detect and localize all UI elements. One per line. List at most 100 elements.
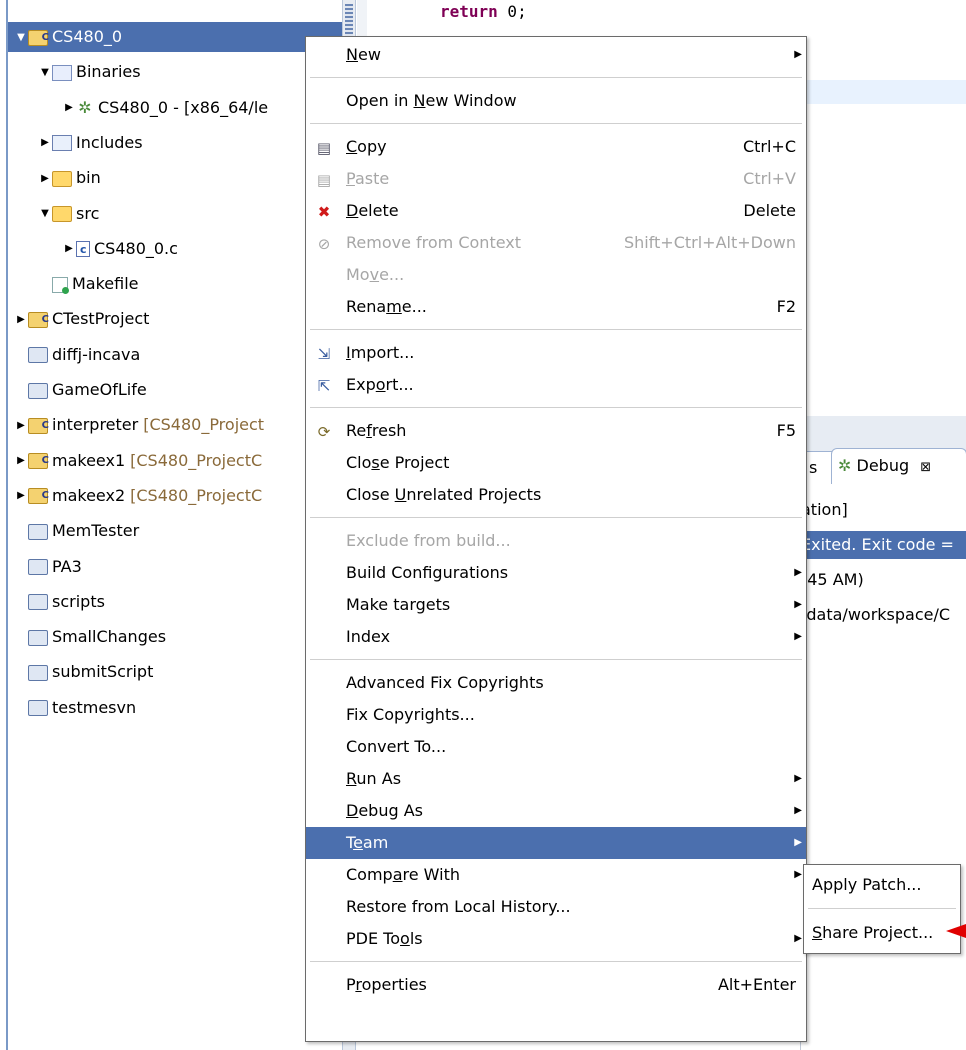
debug-tree-row[interactable]: (45 AM): [801, 566, 966, 594]
tree-item[interactable]: SmallChanges: [8, 622, 166, 652]
menu-index[interactable]: Index ▶: [306, 621, 806, 653]
menu-import[interactable]: ⇲ Import...: [306, 337, 806, 369]
menu-exclude-build[interactable]: Exclude from build...: [306, 525, 806, 557]
label-text: Comp: [346, 865, 393, 884]
menu-advanced-fix-copyrights[interactable]: Advanced Fix Copyrights: [306, 667, 806, 699]
tree-item[interactable]: ▶ makeex1[CS480_ProjectC: [8, 446, 262, 476]
tree-item[interactable]: ▶ interpreter[CS480_Project: [8, 410, 264, 441]
import-icon: ⇲: [317, 345, 331, 363]
tree-item[interactable]: diffj-incava: [8, 340, 140, 370]
tree-item[interactable]: PA3: [8, 552, 82, 582]
chevron-right-icon[interactable]: ▶: [38, 128, 52, 158]
tree-item[interactable]: ▼ Binaries: [8, 57, 141, 88]
menu-accelerator: F5: [776, 421, 796, 440]
paste-icon: ▤: [316, 171, 332, 189]
menu-restore-local-history[interactable]: Restore from Local History...: [306, 891, 806, 923]
menu-item-label: Debug As: [346, 795, 423, 827]
menu-item-label: Exclude from build...: [346, 525, 511, 557]
tree-item[interactable]: ▶ CS480_0.c: [8, 234, 178, 265]
label-text: Remove from Context: [346, 233, 522, 252]
tree-item[interactable]: submitScript: [8, 657, 153, 687]
menu-item-label: Index: [346, 621, 390, 653]
tree-item[interactable]: MemTester: [8, 516, 139, 546]
tree-item-label: Makefile: [72, 274, 139, 294]
debug-tree-row[interactable]: ation]: [801, 496, 966, 524]
menu-remove-from-context[interactable]: ⊘ Remove from Context Shift+Ctrl+Alt+Down: [306, 227, 806, 259]
menu-make-targets[interactable]: Make targets ▶: [306, 589, 806, 621]
label-text: e Project: [379, 453, 450, 472]
menu-convert-to[interactable]: Convert To...: [306, 731, 806, 763]
debug-tree-row[interactable]: Exited. Exit code =: [801, 531, 966, 559]
menu-copy[interactable]: ▤ Copy Ctrl+C: [306, 131, 806, 163]
menu-pde-tools[interactable]: PDE Tools ▶: [306, 923, 806, 955]
debug-bug-icon: ✲: [838, 456, 852, 475]
menu-move[interactable]: Move...: [306, 259, 806, 291]
chevron-down-icon[interactable]: ▼: [38, 58, 52, 88]
menu-paste[interactable]: ▤ Paste Ctrl+V: [306, 163, 806, 195]
menu-item-label: Team: [346, 827, 388, 859]
tree-item[interactable]: scripts: [8, 587, 105, 617]
chevron-right-icon[interactable]: ▶: [62, 234, 76, 264]
mnemonic: N: [413, 91, 426, 110]
tree-item-label: PA3: [52, 556, 82, 576]
chevron-right-icon[interactable]: ▶: [14, 446, 28, 476]
tree-item[interactable]: ▼ CS480_0: [8, 22, 342, 53]
submenu-share-project[interactable]: Share Project...: [804, 917, 960, 949]
tab-previous[interactable]: s: [809, 458, 817, 477]
menu-open-new-window[interactable]: Open in New Window: [306, 85, 806, 117]
mnemonic: v: [369, 265, 380, 284]
tree-item[interactable]: ▼ src: [8, 199, 99, 229]
closed-project-icon: [28, 594, 48, 611]
close-icon[interactable]: ⊠: [920, 460, 931, 475]
chevron-right-icon[interactable]: ▶: [14, 305, 28, 335]
chevron-right-icon[interactable]: ▶: [62, 93, 76, 123]
tree-item[interactable]: ▶ bin: [8, 163, 101, 193]
tree-item[interactable]: ▶ makeex2[CS480_ProjectC: [8, 481, 262, 511]
menu-compare-with[interactable]: Compare With ▶: [306, 859, 806, 891]
tree-item[interactable]: Makefile: [8, 269, 139, 299]
chevron-right-icon[interactable]: ▶: [38, 164, 52, 194]
mnemonic: N: [346, 45, 358, 64]
menu-item-label: Restore from Local History...: [346, 891, 571, 923]
chevron-right-icon[interactable]: ▶: [14, 411, 28, 441]
chevron-right-icon[interactable]: ▶: [14, 481, 28, 511]
menu-export[interactable]: ⇱ Export...: [306, 369, 806, 401]
context-menu: New ▶ Open in New Window ▤ Copy Ctrl+C ▤ Paste C…: [305, 36, 807, 1042]
chevron-down-icon[interactable]: ▼: [38, 199, 52, 229]
tab-debug[interactable]: ✲ Debug ⊠: [831, 448, 966, 484]
debug-tree-row[interactable]: /data/workspace/C: [801, 601, 966, 629]
menu-refresh[interactable]: ⟳ Refresh F5: [306, 415, 806, 447]
menu-team[interactable]: Team ▶: [306, 827, 806, 859]
debug-tab-strip: [801, 416, 966, 452]
menu-item-label: PDE Tools: [346, 923, 423, 955]
tree-item-label: CS480_0.c: [94, 238, 178, 258]
label-text: e...: [401, 297, 427, 316]
menu-fix-copyrights[interactable]: Fix Copyrights...: [306, 699, 806, 731]
menu-run-as[interactable]: Run As ▶: [306, 763, 806, 795]
tree-item[interactable]: testmesvn: [8, 693, 136, 723]
menu-new[interactable]: New ▶: [306, 39, 806, 71]
menu-delete[interactable]: ✖ Delete Delete: [306, 195, 806, 227]
menu-rename[interactable]: Rename... F2: [306, 291, 806, 323]
tree-item-label: src: [76, 203, 100, 223]
tree-item-label: submitScript: [52, 662, 154, 682]
closed-project-icon: [28, 347, 48, 364]
project-folder-icon: [28, 305, 49, 335]
menu-close-project[interactable]: Close Project: [306, 447, 806, 479]
tree-item-label: MemTester: [52, 521, 140, 541]
tree-item[interactable]: ▶ ✲ CS480_0 - [x86_64/le: [8, 93, 268, 123]
menu-debug-as[interactable]: Debug As ▶: [306, 795, 806, 827]
tree-item[interactable]: ▶ CTestProject: [8, 304, 149, 335]
menu-close-unrelated[interactable]: Close Unrelated Projects: [306, 479, 806, 511]
tree-item-label: Binaries: [76, 62, 141, 82]
tree-item[interactable]: ▶ Includes: [8, 128, 142, 158]
submenu-arrow-icon: ▶: [794, 773, 802, 784]
menu-build-configurations[interactable]: Build Configurations ▶: [306, 557, 806, 589]
tree-item[interactable]: GameOfLife: [8, 375, 147, 405]
menu-properties[interactable]: Properties Alt+Enter: [306, 969, 806, 1001]
submenu-apply-patch[interactable]: Apply Patch...: [804, 869, 960, 901]
label-text: mport...: [350, 343, 415, 362]
tree-item-label: diffj-incava: [52, 344, 141, 364]
chevron-down-icon[interactable]: ▼: [14, 23, 28, 53]
submenu-arrow-icon: ▶: [794, 933, 802, 944]
